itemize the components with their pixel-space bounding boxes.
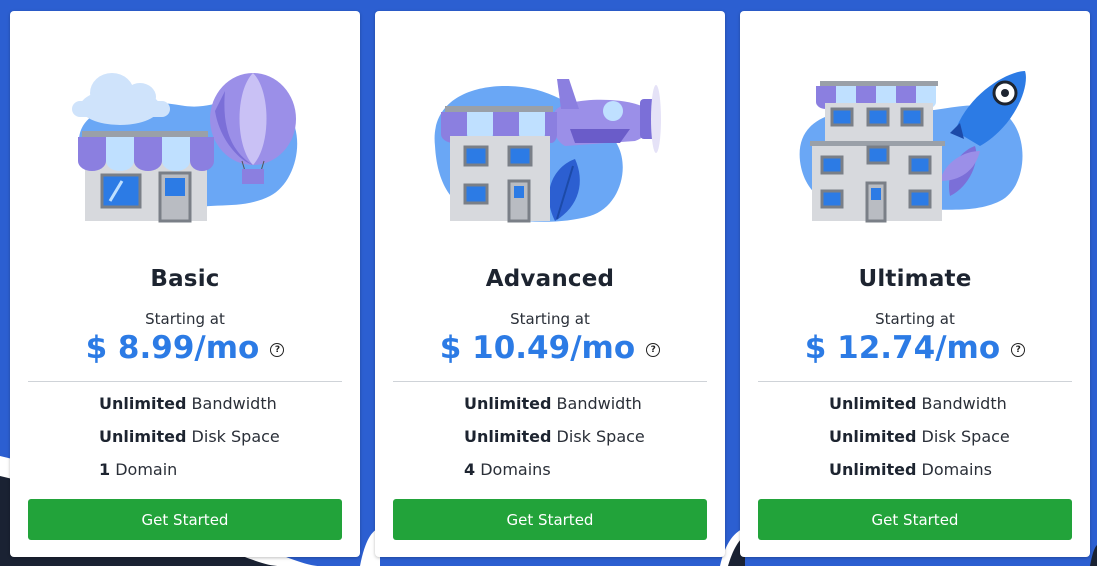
price-row: $ 12.74/mo ? bbox=[740, 330, 1090, 366]
office-building-icon bbox=[810, 81, 945, 223]
feature-list: Unlimited Bandwidth Unlimited Disk Space… bbox=[464, 393, 645, 492]
feature-list: Unlimited Bandwidth Unlimited Disk Space… bbox=[829, 393, 1010, 492]
feature-item: Unlimited Disk Space bbox=[464, 427, 645, 446]
starting-at-label: Starting at bbox=[875, 310, 955, 328]
plan-title: Advanced bbox=[485, 266, 615, 292]
feature-item: Unlimited Disk Space bbox=[99, 427, 280, 446]
price: $ 10.49/mo bbox=[439, 330, 636, 366]
storefront-icon bbox=[78, 131, 214, 223]
plan-title: Basic bbox=[150, 266, 220, 292]
plan-card-ultimate: Ultimate Starting at $ 12.74/mo ? Unlimi… bbox=[740, 11, 1090, 557]
question-help-icon[interactable]: ? bbox=[646, 343, 661, 357]
starting-at-label: Starting at bbox=[510, 310, 590, 328]
divider bbox=[28, 381, 342, 382]
divider bbox=[758, 381, 1072, 382]
price: $ 8.99/mo bbox=[85, 330, 260, 366]
plan-title: Ultimate bbox=[858, 266, 972, 292]
feature-item: Unlimited Bandwidth bbox=[99, 394, 277, 413]
plan-card-advanced: Advanced Starting at $ 10.49/mo ? Unlimi… bbox=[375, 11, 725, 557]
price-row: $ 8.99/mo ? bbox=[10, 330, 360, 366]
feature-item: Unlimited Domains bbox=[829, 460, 992, 479]
price-row: $ 10.49/mo ? bbox=[375, 330, 725, 366]
building-airplane-illustration bbox=[434, 79, 661, 223]
feature-item: Unlimited Bandwidth bbox=[829, 394, 1007, 413]
plan-card-basic: Basic Starting at $ 8.99/mo ? Unlimited … bbox=[10, 11, 360, 557]
office-rocket-illustration bbox=[799, 71, 1026, 223]
get-started-button[interactable]: Get Started bbox=[758, 499, 1072, 540]
feature-item: 1 Domain bbox=[99, 460, 178, 479]
price: $ 12.74/mo bbox=[804, 330, 1001, 366]
feature-list: Unlimited Bandwidth Unlimited Disk Space… bbox=[99, 393, 280, 492]
airplane-icon bbox=[553, 79, 661, 153]
feature-item: 4 Domains bbox=[464, 460, 551, 479]
question-help-icon[interactable]: ? bbox=[1011, 343, 1026, 357]
question-help-icon[interactable]: ? bbox=[270, 343, 285, 357]
get-started-button[interactable]: Get Started bbox=[393, 499, 707, 540]
divider bbox=[393, 381, 707, 382]
feature-item: Unlimited Bandwidth bbox=[464, 394, 642, 413]
get-started-button[interactable]: Get Started bbox=[28, 499, 342, 540]
storefront-balloon-illustration bbox=[72, 73, 298, 223]
starting-at-label: Starting at bbox=[145, 310, 225, 328]
feature-item: Unlimited Disk Space bbox=[829, 427, 1010, 446]
building-icon bbox=[441, 106, 557, 223]
